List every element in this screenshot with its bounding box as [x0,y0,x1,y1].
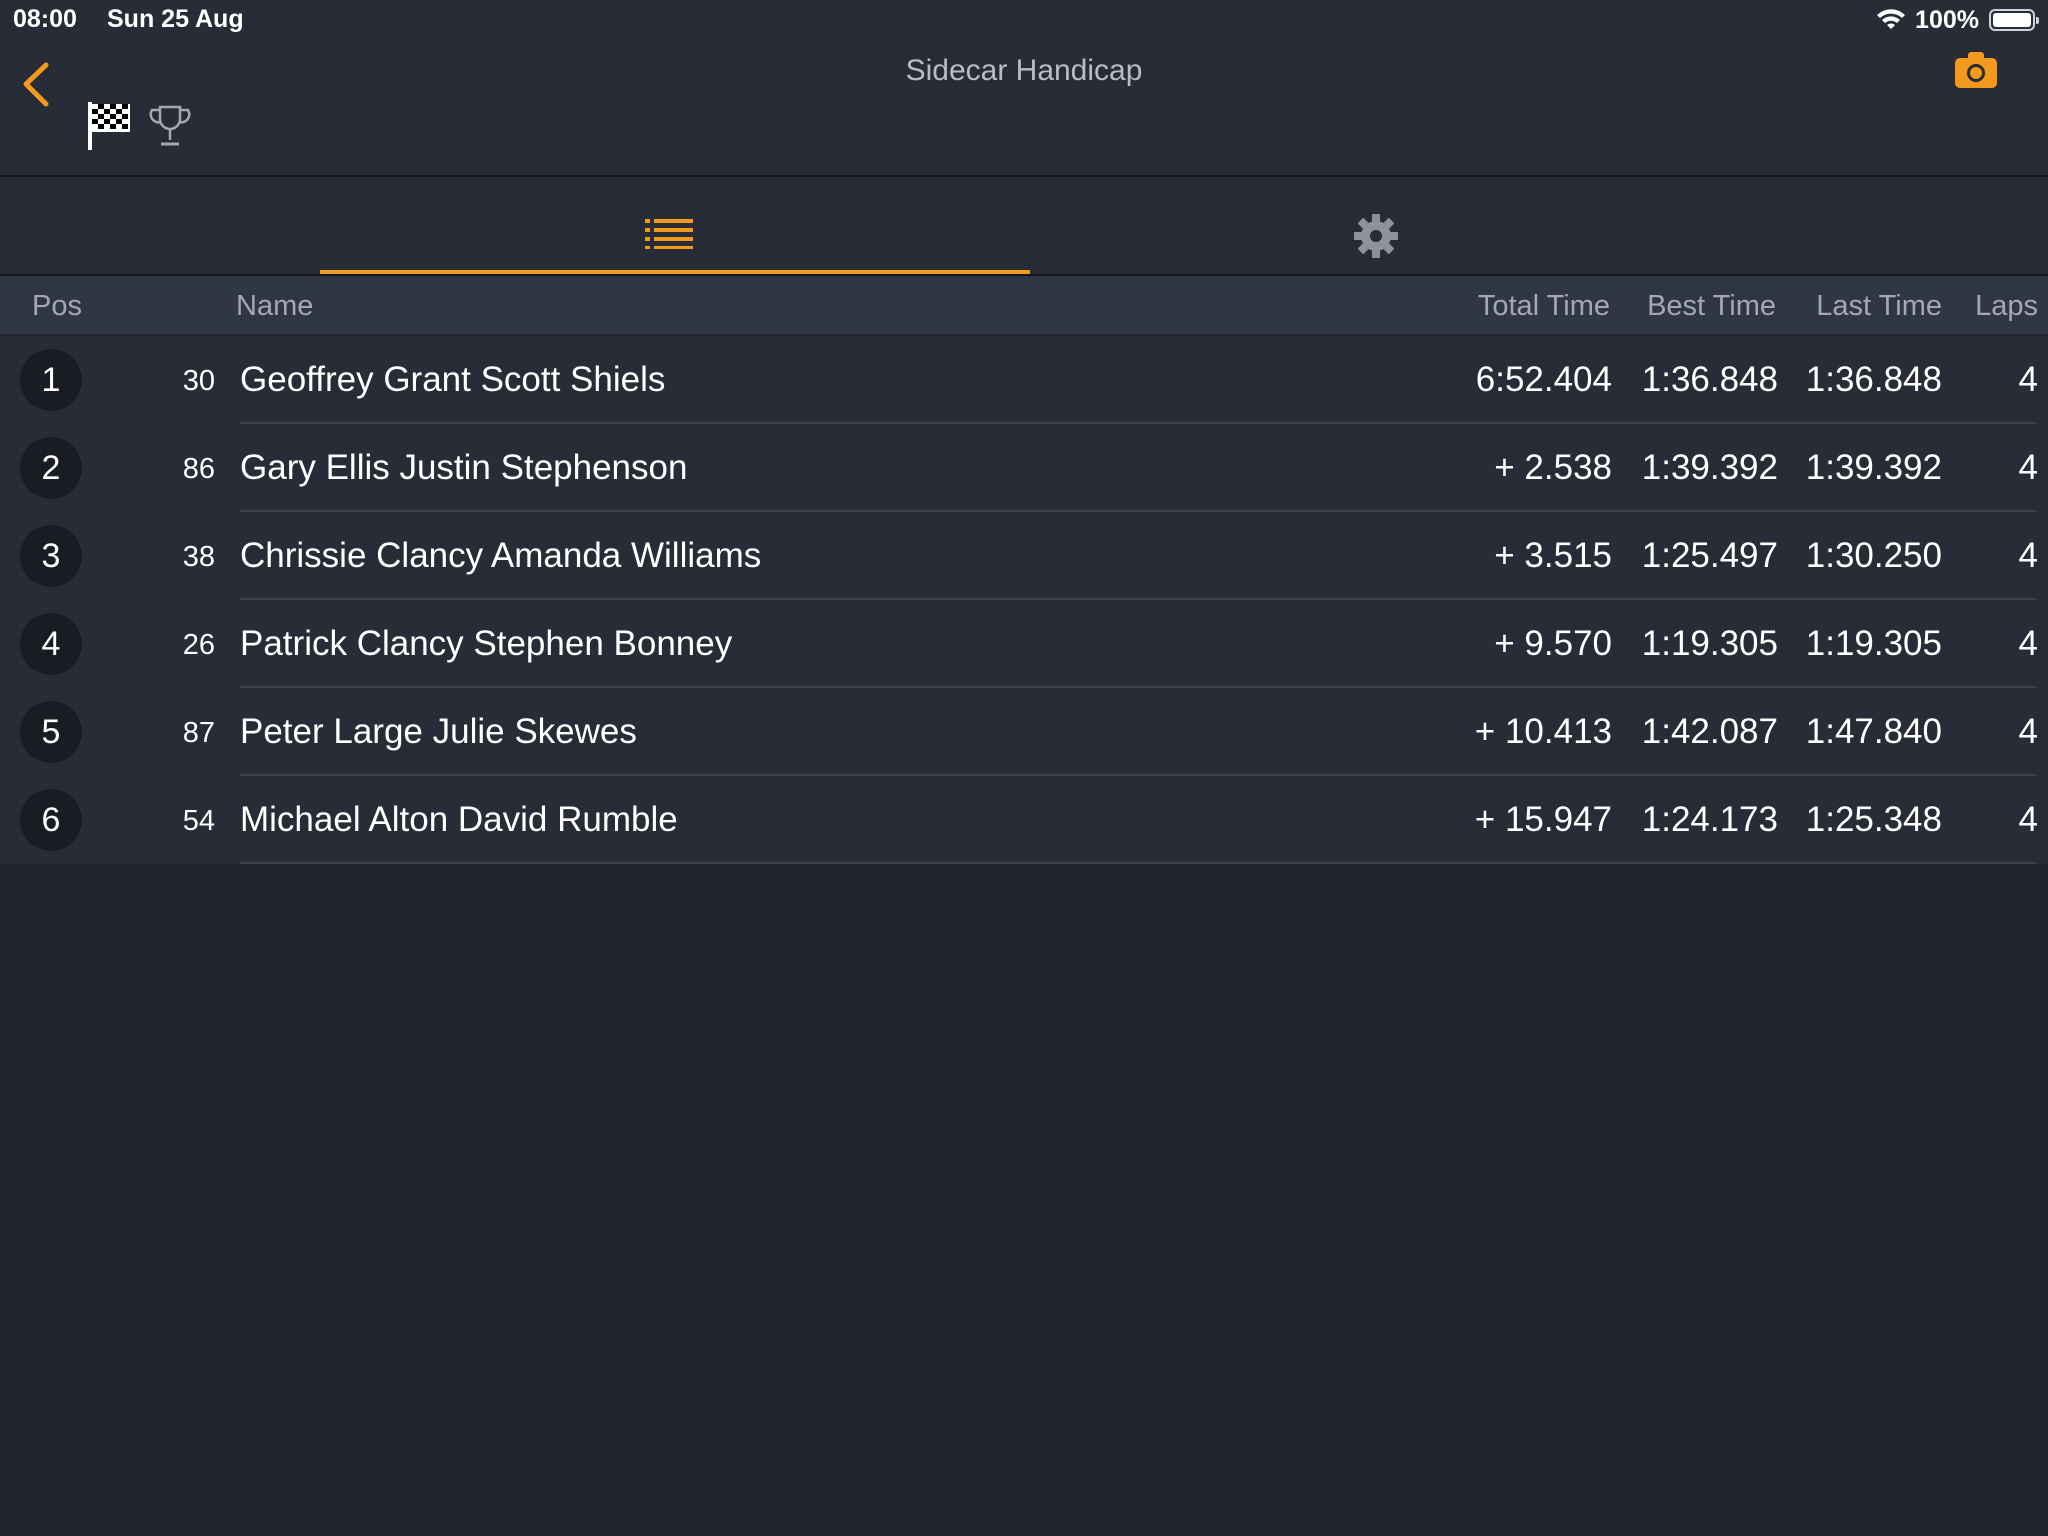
total-time: 6:52.404 [1475,360,1612,399]
race-number: 26 [182,629,215,661]
laps: 4 [2018,624,2038,663]
competitor-name: Patrick Clancy Stephen Bonney [240,624,733,663]
last-time: 1:25.348 [1805,800,1942,839]
position-badge: 3 [20,525,82,587]
wifi-icon [1877,9,1906,29]
table-row[interactable]: 1 30 Geoffrey Grant Scott Shiels 6:52.40… [0,336,2048,424]
trophy-icon[interactable] [148,104,192,148]
total-time: + 9.570 [1494,624,1612,663]
competitor-name: Peter Large Julie Skewes [240,712,637,751]
best-time: 1:39.392 [1641,448,1778,487]
row-divider [240,862,2036,864]
last-time: 1:30.250 [1805,536,1942,575]
total-time: + 3.515 [1494,536,1612,575]
battery-percent: 100% [1915,5,1979,34]
total-time: + 2.538 [1494,448,1612,487]
laps: 4 [2018,536,2038,575]
position-badge: 6 [20,789,82,851]
table-row[interactable]: 2 86 Gary Ellis Justin Stephenson + 2.53… [0,424,2048,512]
table-row[interactable]: 3 38 Chrissie Clancy Amanda Williams + 3… [0,512,2048,600]
status-right: 100% [1877,5,2039,35]
laps: 4 [2018,800,2038,839]
last-time: 1:36.848 [1805,360,1942,399]
table-header: Pos Name Total Time Best Time Last Time … [0,276,2048,336]
race-number: 54 [182,805,215,837]
table-row[interactable]: 5 87 Peter Large Julie Skewes + 10.413 1… [0,688,2048,776]
checkered-flag-icon[interactable] [86,100,132,152]
competitor-name: Geoffrey Grant Scott Shiels [240,360,666,399]
table-row[interactable]: 6 54 Michael Alton David Rumble + 15.947… [0,776,2048,864]
column-header-total-time[interactable]: Total Time [1478,290,1610,323]
laps: 4 [2018,448,2038,487]
best-time: 1:19.305 [1641,624,1778,663]
active-tab-indicator [320,270,1030,274]
last-time: 1:19.305 [1805,624,1942,663]
race-number: 87 [182,717,215,749]
tab-results-list[interactable] [320,177,1030,274]
race-number: 30 [182,365,215,397]
status-time: 08:00 [13,5,77,33]
column-header-pos[interactable]: Pos [32,290,82,323]
list-icon [645,219,693,249]
table-row[interactable]: 4 26 Patrick Clancy Stephen Bonney + 9.5… [0,600,2048,688]
tab-bar [0,177,2048,276]
page-title: Sidecar Handicap [905,54,1143,87]
gear-icon [1354,214,1398,258]
total-time: + 10.413 [1474,712,1612,751]
position-badge: 2 [20,437,82,499]
best-time: 1:42.087 [1641,712,1778,751]
page: 08:00 Sun 25 Aug 100% Sidecar Handicap P… [0,0,2048,1536]
best-time: 1:25.497 [1641,536,1778,575]
column-header-name[interactable]: Name [236,290,313,323]
laps: 4 [2018,360,2038,399]
total-time: + 15.947 [1474,800,1612,839]
position-badge: 4 [20,613,82,675]
competitor-name: Chrissie Clancy Amanda Williams [240,536,762,575]
status-date: Sun 25 Aug [107,5,244,33]
column-header-best-time[interactable]: Best Time [1647,290,1776,323]
laps: 4 [2018,712,2038,751]
best-time: 1:24.173 [1641,800,1778,839]
competitor-name: Michael Alton David Rumble [240,800,678,839]
column-header-laps[interactable]: Laps [1975,290,2038,323]
last-time: 1:47.840 [1805,712,1942,751]
camera-icon[interactable] [1953,50,1999,90]
column-header-last-time[interactable]: Last Time [1816,290,1942,323]
position-badge: 1 [20,349,82,411]
battery-icon [1989,9,2039,31]
race-number: 86 [182,453,215,485]
competitor-name: Gary Ellis Justin Stephenson [240,448,688,487]
last-time: 1:39.392 [1805,448,1942,487]
tab-settings[interactable] [1030,177,1726,274]
position-badge: 5 [20,701,82,763]
race-number: 38 [182,541,215,573]
header-bar: 08:00 Sun 25 Aug 100% Sidecar Handicap [0,0,2048,177]
best-time: 1:36.848 [1641,360,1778,399]
results-table: 1 30 Geoffrey Grant Scott Shiels 6:52.40… [0,336,2048,864]
